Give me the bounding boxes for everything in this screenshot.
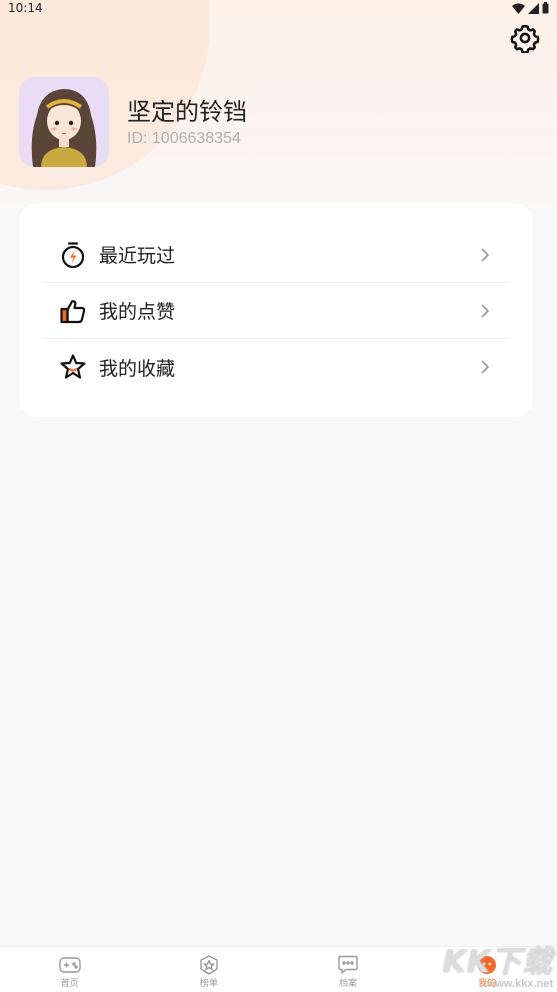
tab-label: 首页 <box>60 979 79 989</box>
tab-label: 档案 <box>339 979 358 989</box>
menu-item-my-likes[interactable]: 我的点赞 <box>43 283 509 339</box>
gear-icon <box>510 24 540 53</box>
chevron-right-icon <box>475 245 495 265</box>
username: 坚定的铃铛 <box>127 98 247 126</box>
wifi-icon <box>512 3 525 14</box>
settings-button[interactable] <box>509 22 541 54</box>
battery-icon <box>542 2 549 14</box>
menu-item-my-favorites[interactable]: 我的收藏 <box>43 339 509 395</box>
thumbs-up-icon <box>57 295 89 327</box>
tab-home[interactable]: 首页 <box>0 947 139 992</box>
menu-label: 最近玩过 <box>99 245 176 267</box>
menu-card: 最近玩过 我的点赞 我的收藏 <box>19 203 533 417</box>
chat-icon <box>336 954 360 976</box>
menu-label: 我的点赞 <box>99 301 176 323</box>
status-bar: 10:14 <box>0 0 557 16</box>
status-time: 10:14 <box>8 1 43 15</box>
avatar-girl-icon <box>31 89 97 167</box>
stopwatch-icon <box>57 239 89 271</box>
watermark-logo-text: KK下载 <box>442 945 553 980</box>
gamepad-icon <box>58 954 82 976</box>
signal-icon <box>528 2 539 14</box>
tab-label: 榜单 <box>199 979 218 989</box>
tab-archive[interactable]: 档案 <box>279 947 418 992</box>
watermark: KK下载 www.kkx.net <box>442 945 554 991</box>
menu-label: 我的收藏 <box>99 357 176 380</box>
user-id: ID: 1006638354 <box>127 130 241 147</box>
chevron-right-icon <box>475 301 495 321</box>
star-icon <box>57 351 89 383</box>
ranking-icon <box>197 954 221 976</box>
menu-item-recently-played[interactable]: 最近玩过 <box>43 227 509 283</box>
avatar[interactable] <box>19 77 109 167</box>
tab-ranking[interactable]: 榜单 <box>139 947 278 992</box>
status-icons <box>512 2 549 14</box>
chevron-right-icon <box>475 357 495 377</box>
